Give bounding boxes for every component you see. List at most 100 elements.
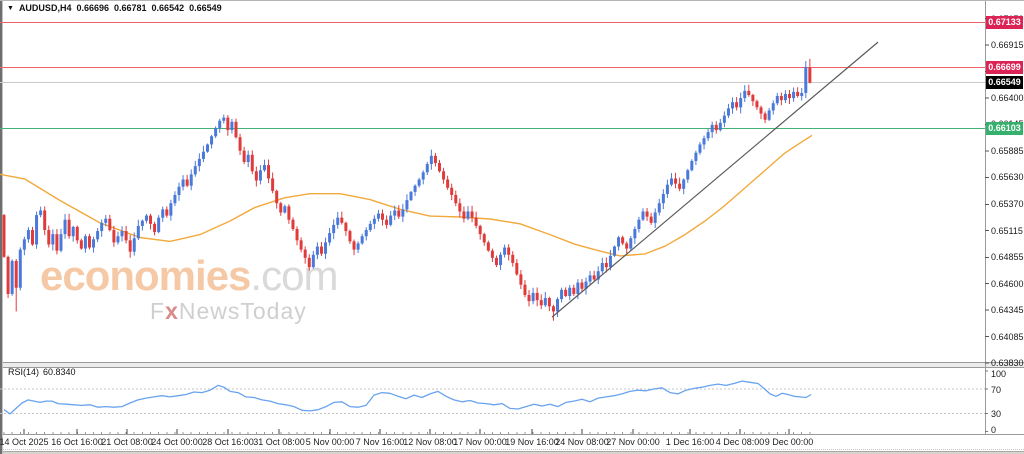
chart-window: economies.com FxNewsToday ▼AUDUSD,H40.66… — [0, 0, 1024, 454]
rsi-scale-label: 30 — [991, 409, 1001, 419]
candlestick — [690, 161, 693, 170]
candlestick — [125, 231, 128, 240]
candlestick — [377, 214, 380, 219]
candlestick — [80, 240, 83, 248]
candlestick — [234, 122, 237, 137]
candlestick — [51, 234, 54, 244]
candlestick — [182, 180, 185, 187]
candlestick — [731, 102, 734, 108]
candlestick — [263, 165, 266, 170]
quote-low: 0.66542 — [152, 3, 185, 13]
candlestick — [674, 178, 677, 183]
price-tick-label: 0.64345 — [991, 305, 1024, 315]
chart-canvas[interactable] — [0, 0, 1024, 454]
candlestick — [609, 256, 612, 267]
candlestick — [792, 92, 795, 98]
candlestick — [727, 108, 730, 115]
candlestick — [707, 132, 710, 138]
candlestick — [324, 242, 327, 253]
candlestick — [442, 171, 445, 179]
time-tick-label: 1 Dec 16:00 — [666, 437, 715, 447]
candlestick — [633, 229, 636, 238]
time-tick-label: 9 Dec 00:00 — [765, 437, 814, 447]
candlestick — [381, 214, 384, 220]
candlestick — [788, 94, 791, 98]
price-tick-label: 0.64085 — [991, 332, 1024, 342]
candlestick — [239, 137, 242, 150]
candlestick — [641, 211, 644, 219]
candlestick — [430, 156, 433, 164]
candlestick — [747, 91, 750, 95]
candlestick — [564, 290, 567, 296]
candlestick — [601, 263, 604, 271]
candlestick — [434, 156, 437, 163]
candlestick — [336, 218, 339, 225]
candlestick — [666, 185, 669, 194]
candlestick — [169, 203, 172, 215]
time-tick-label: 24 Nov 08:00 — [555, 437, 609, 447]
symbol-dropdown-icon[interactable]: ▼ — [7, 5, 14, 12]
candlestick — [308, 258, 311, 267]
candlestick — [698, 144, 701, 152]
rsi-line — [4, 381, 811, 414]
candlestick — [479, 226, 482, 234]
candlestick — [104, 219, 107, 223]
candlestick — [776, 96, 779, 103]
quote-high: 0.66781 — [114, 3, 147, 13]
candlestick — [161, 209, 164, 217]
candlestick — [357, 243, 360, 249]
price-tick-label: 0.63830 — [991, 358, 1024, 368]
candlestick — [153, 224, 156, 232]
candlestick — [157, 218, 160, 232]
candlestick — [92, 239, 95, 247]
candlestick — [218, 121, 221, 128]
candlestick — [743, 91, 746, 98]
candlestick — [55, 234, 58, 250]
candlestick — [593, 275, 596, 279]
candlestick — [711, 125, 714, 132]
candlestick — [536, 293, 539, 300]
candlestick — [446, 180, 449, 188]
candlestick — [243, 151, 246, 162]
candlestick — [540, 300, 543, 305]
candlestick — [31, 230, 34, 244]
candlestick — [678, 184, 681, 189]
candlestick — [332, 225, 335, 233]
candlestick — [7, 257, 10, 294]
candlestick — [291, 220, 294, 229]
price-tick-label: 0.66915 — [991, 40, 1024, 50]
candlestick — [519, 274, 522, 284]
candlestick — [84, 236, 87, 248]
candlestick — [304, 250, 307, 258]
candlestick — [589, 275, 592, 281]
candlestick — [373, 219, 376, 224]
candlestick — [214, 128, 217, 136]
rsi-scale-label: 100 — [991, 369, 1006, 379]
candlestick — [300, 240, 303, 249]
candlestick — [210, 136, 213, 144]
price-badge-current-price: 0.66549 — [986, 76, 1023, 89]
candlestick — [222, 118, 225, 121]
candlestick — [348, 231, 351, 241]
candlestick — [226, 118, 229, 130]
symbol-label: AUDUSD,H4 — [19, 3, 72, 13]
candlestick — [11, 261, 14, 294]
candlestick — [654, 213, 657, 223]
candlestick — [528, 295, 531, 301]
candlestick — [646, 211, 649, 216]
rsi-scale-label: 0 — [991, 425, 996, 435]
candlestick — [76, 227, 79, 240]
candlestick — [72, 227, 75, 236]
candlestick — [312, 255, 315, 267]
candlestick — [340, 218, 343, 223]
candlestick — [401, 209, 404, 216]
candlestick — [768, 110, 771, 119]
candlestick — [580, 283, 583, 289]
quote-close: 0.66549 — [189, 3, 222, 13]
time-tick-label: 27 Nov 00:00 — [606, 437, 660, 447]
candlestick — [703, 138, 706, 144]
time-tick-label: 19 Nov 16:00 — [505, 437, 559, 447]
candlestick — [572, 288, 575, 294]
quote-header[interactable]: ▼AUDUSD,H40.666960.667810.665420.66549 — [7, 3, 222, 13]
candlestick — [27, 230, 30, 239]
